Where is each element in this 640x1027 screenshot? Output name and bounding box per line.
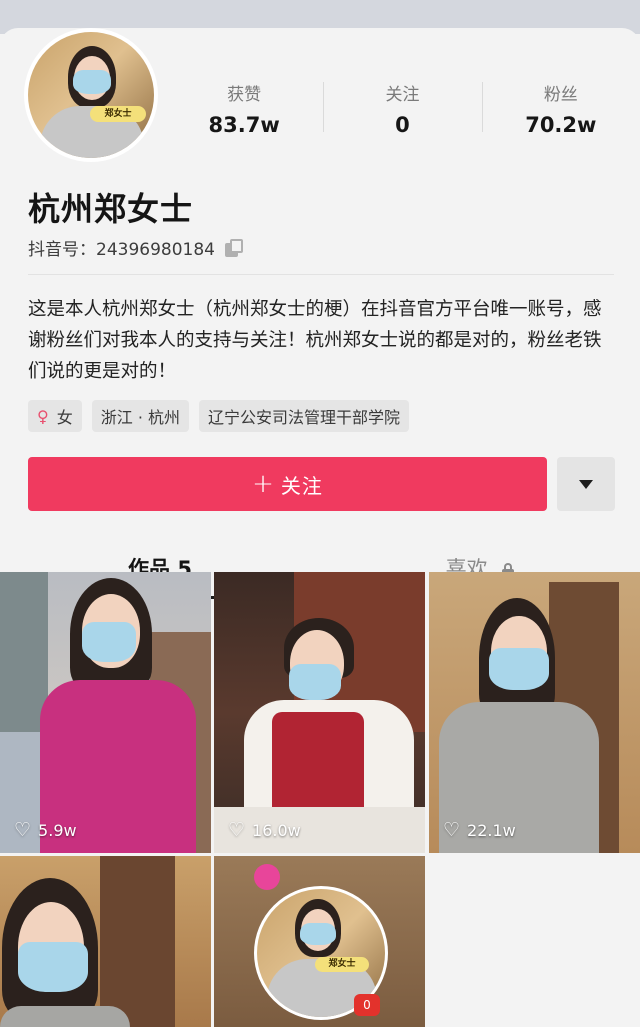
- stat-value: 0: [395, 113, 410, 137]
- female-icon: ♀: [37, 406, 49, 426]
- douyin-id: 抖音号：24396980184: [28, 235, 245, 260]
- heart-icon: ♡: [14, 819, 32, 841]
- triangle-down-icon: [579, 479, 593, 489]
- avatar-badge: 郑女士: [90, 106, 146, 122]
- stat-label: 粉丝: [543, 85, 578, 105]
- video-tile[interactable]: ♡ 22.1w: [429, 572, 640, 853]
- divider: [28, 274, 614, 275]
- more-dropdown-button[interactable]: [557, 457, 615, 511]
- profile-tags: ♀ 女 浙江 · 杭州 辽宁公安司法管理干部学院: [28, 400, 410, 432]
- video-tile[interactable]: 郑女士 0: [214, 856, 425, 1027]
- stat-label: 关注: [385, 85, 420, 105]
- tag-gender: ♀ 女: [28, 400, 82, 432]
- video-tile[interactable]: ♡ 16.0w: [214, 572, 425, 853]
- like-count: ♡ 5.9w: [14, 819, 77, 841]
- douyin-id-text: 抖音号：24396980184: [28, 240, 215, 260]
- like-count: ♡ 16.0w: [228, 819, 301, 841]
- sticker: [254, 864, 280, 890]
- video-grid: ♡ 5.9w ♡ 16.0w ♡ 22.1w 郑女士 0: [0, 572, 640, 1027]
- tag-gender-label: 女: [56, 408, 73, 427]
- heart-icon: ♡: [443, 819, 461, 841]
- video-tile[interactable]: [0, 856, 211, 1027]
- follow-button[interactable]: + 关注: [28, 457, 547, 511]
- heart-icon: ♡: [228, 819, 246, 841]
- stat-label: 获赞: [227, 85, 262, 105]
- follow-button-label: 关注: [280, 473, 323, 498]
- stat-value: 83.7w: [208, 113, 280, 137]
- tag-school[interactable]: 辽宁公安司法管理干部学院: [199, 400, 410, 432]
- stat-value: 70.2w: [525, 113, 597, 137]
- copy-icon[interactable]: [224, 238, 245, 257]
- stats-bar: 获赞 83.7w 关注 0 粉丝 70.2w: [165, 80, 640, 142]
- stat-likes[interactable]: 获赞 83.7w: [165, 80, 323, 142]
- stat-following[interactable]: 关注 0: [323, 80, 481, 142]
- plus-icon: +: [252, 469, 275, 499]
- profile-bio: 这是本人杭州郑女士（杭州郑女士的梗）在抖音官方平台唯一账号，感谢粉丝们对我本人的…: [28, 299, 602, 382]
- avatar[interactable]: 郑女士: [24, 28, 158, 162]
- like-count: ♡ 22.1w: [443, 819, 516, 841]
- profile-name: 杭州郑女士: [28, 190, 194, 228]
- tag-location: 浙江 · 杭州: [91, 400, 189, 432]
- sticker: 0: [354, 994, 380, 1016]
- video-tile[interactable]: ♡ 5.9w: [0, 572, 211, 853]
- stat-followers[interactable]: 粉丝 70.2w: [481, 80, 640, 142]
- avatar-badge: 郑女士: [315, 957, 369, 972]
